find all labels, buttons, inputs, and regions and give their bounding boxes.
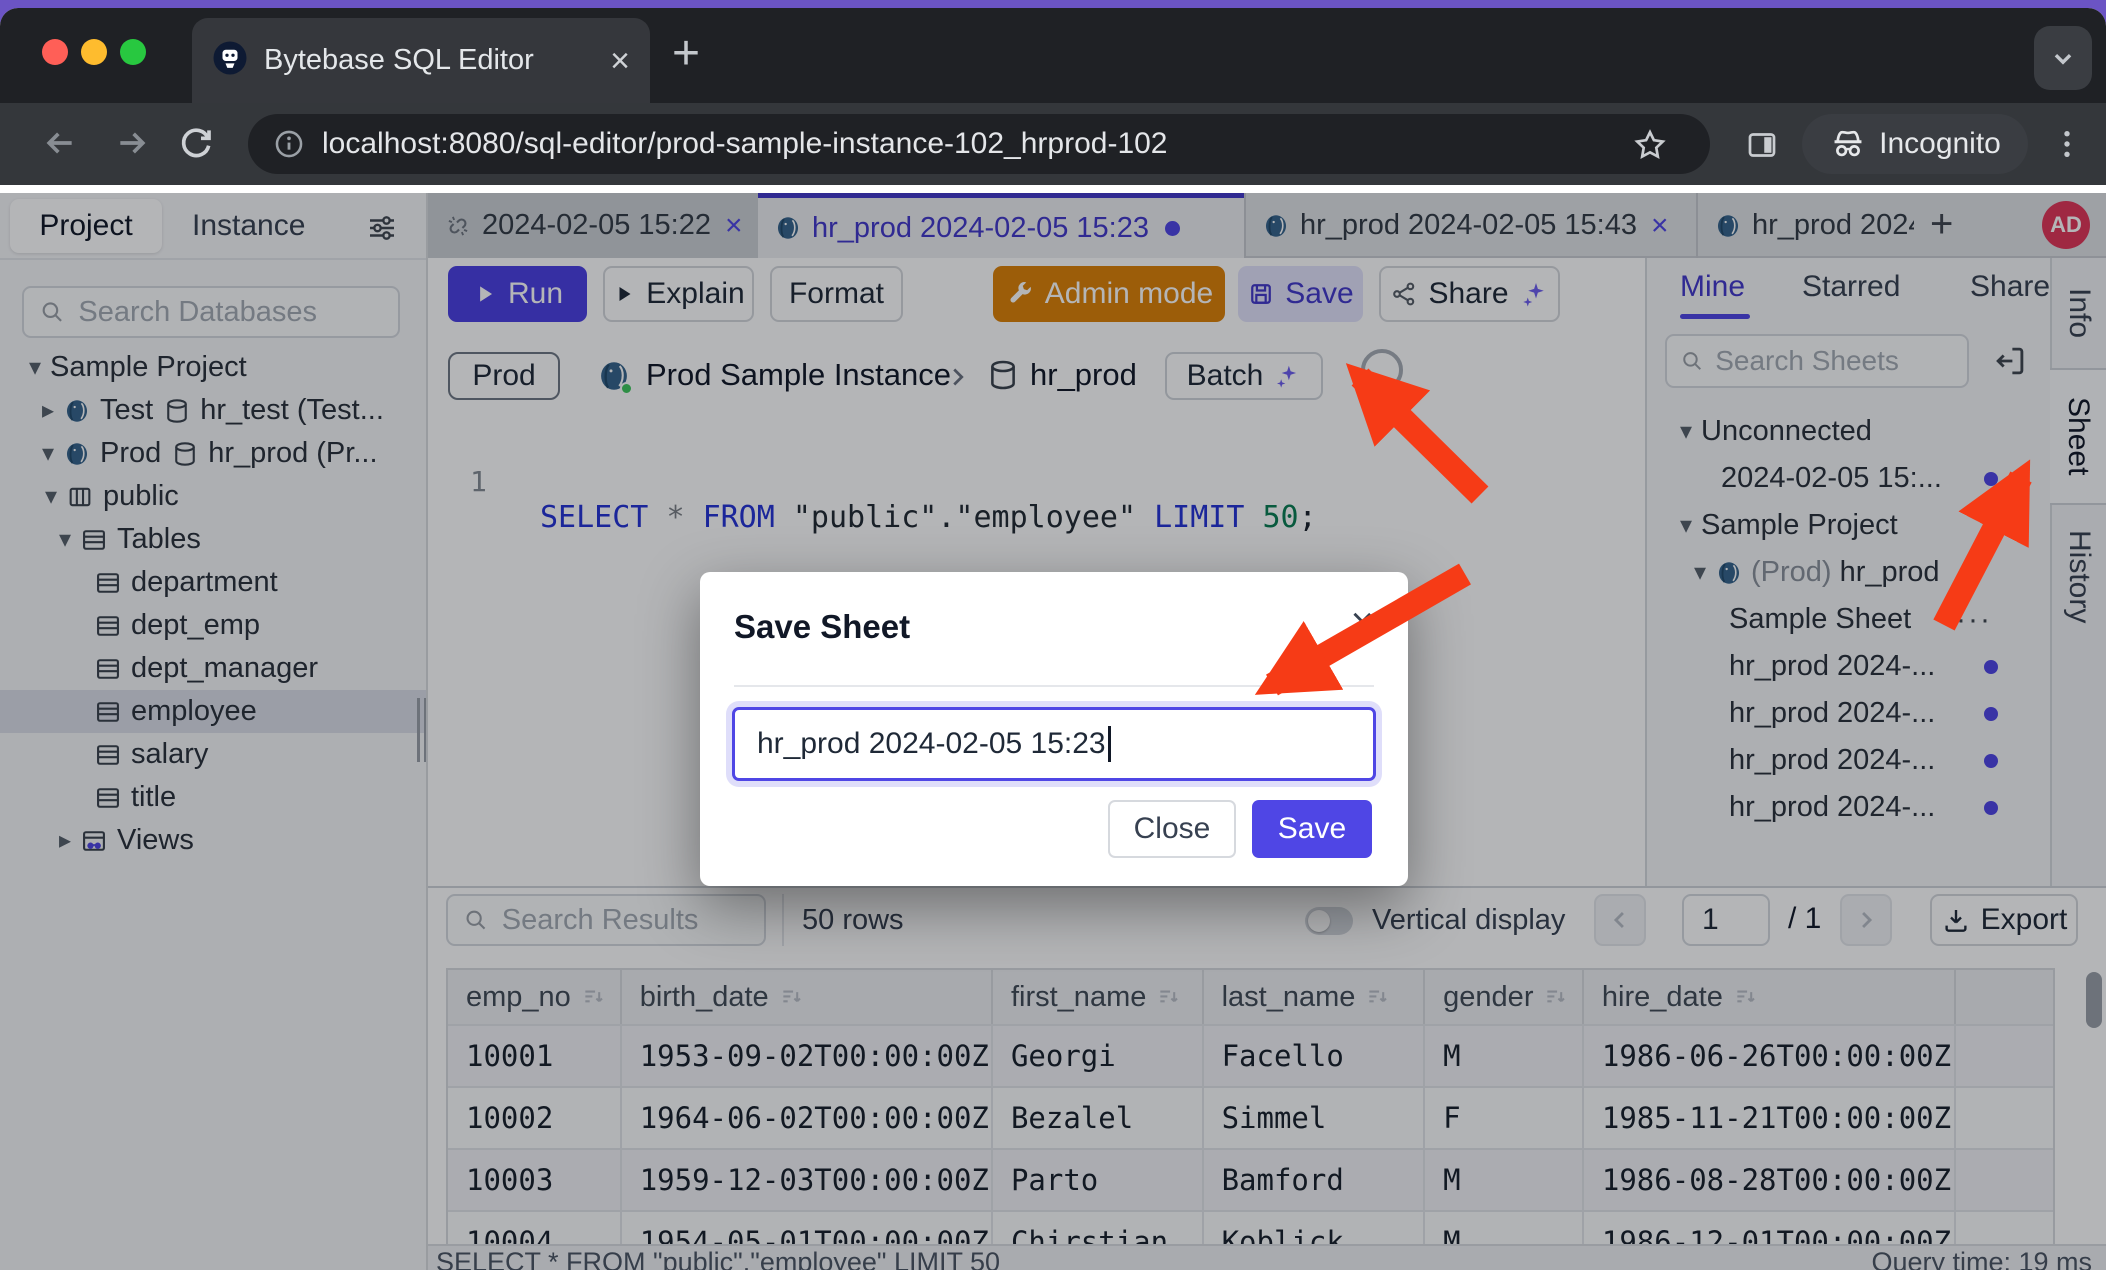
minimize-window-button[interactable]	[81, 39, 107, 65]
arrow-right-icon	[112, 123, 152, 163]
maximize-window-button[interactable]	[120, 39, 146, 65]
screen: Bytebase SQL Editor × + localhost:8080/s…	[0, 0, 2106, 1270]
incognito-badge: Incognito	[1802, 114, 2028, 174]
new-tab-button[interactable]: +	[672, 26, 700, 81]
close-icon[interactable]: ×	[1351, 602, 1374, 642]
bytebase-app: Project Instance ▾Sample Project▸Testhr_…	[0, 193, 2106, 1270]
dialog-title: Save Sheet	[734, 608, 910, 646]
reload-icon	[176, 123, 216, 163]
chevron-down-icon	[2046, 41, 2080, 75]
side-panel-icon[interactable]	[1744, 127, 1780, 168]
dialog-close-button[interactable]: Close	[1108, 800, 1236, 858]
address-bar[interactable]: localhost:8080/sql-editor/prod-sample-in…	[248, 114, 1710, 174]
close-icon[interactable]: ×	[610, 44, 630, 78]
close-window-button[interactable]	[42, 39, 68, 65]
browser-tab[interactable]: Bytebase SQL Editor ×	[192, 18, 650, 103]
bookmark-star-icon[interactable]	[1632, 127, 1668, 168]
sheet-name-input[interactable]: hr_prod 2024-02-05 15:23	[732, 707, 1376, 781]
browser-tabstrip: Bytebase SQL Editor × +	[0, 8, 2106, 103]
url-text: localhost:8080/sql-editor/prod-sample-in…	[322, 127, 1168, 161]
dialog-save-button[interactable]: Save	[1252, 800, 1372, 858]
browser-tab-title: Bytebase SQL Editor	[264, 44, 594, 77]
bytebase-favicon	[212, 40, 248, 81]
window-controls	[42, 39, 146, 65]
browser-toolbar: localhost:8080/sql-editor/prod-sample-in…	[0, 103, 2106, 185]
sheet-name-value: hr_prod 2024-02-05 15:23	[757, 727, 1106, 761]
browser-menu-button[interactable]	[2048, 125, 2086, 168]
tab-search-button[interactable]	[2034, 26, 2092, 90]
text-cursor	[1108, 726, 1111, 762]
reload-button[interactable]	[176, 123, 216, 168]
info-icon	[272, 127, 306, 161]
arrow-left-icon	[40, 123, 80, 163]
save-sheet-dialog: Save Sheet × hr_prod 2024-02-05 15:23 Cl…	[700, 572, 1408, 886]
forward-button[interactable]	[112, 123, 152, 168]
back-button[interactable]	[40, 123, 80, 168]
incognito-icon	[1829, 125, 1867, 163]
divider	[734, 685, 1374, 687]
incognito-label: Incognito	[1879, 127, 2001, 161]
browser-window: Bytebase SQL Editor × + localhost:8080/s…	[0, 8, 2106, 1270]
